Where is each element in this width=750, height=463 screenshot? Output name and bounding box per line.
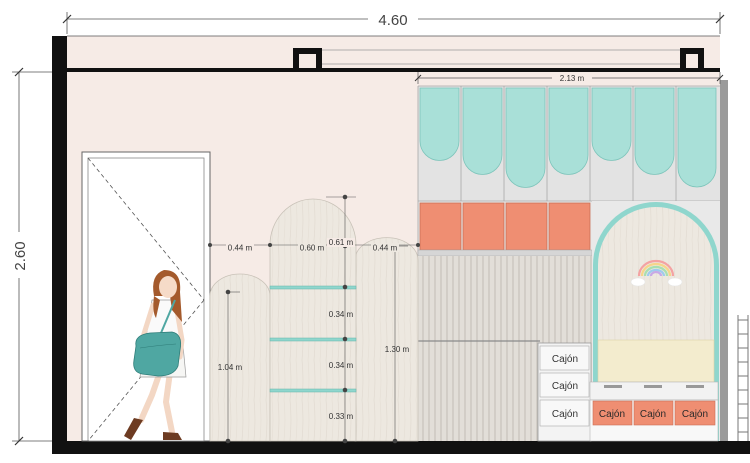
drawer-label: Cajón [552,409,578,420]
shelf-gap-label: 0.34 m [329,310,354,319]
bench-drawer-label: Cajón [640,409,666,420]
panel-b-top-label: 0.61 m [329,238,354,247]
elevation-drawing: 4.60 2.60 2.13 m Cajón Cajón Cajón Cajón… [0,0,750,458]
panel-a-height-label: 1.04 m [218,363,243,372]
panel-c-width-label: 0.44 m [373,244,398,253]
door[interactable] [81,151,211,442]
drawer-stack[interactable]: Cajón Cajón Cajón [537,342,592,442]
floor-slab [52,441,750,454]
panel-a-width-label: 0.44 m [228,244,253,253]
height-dimension: 2.60 [8,67,52,446]
bench-drawer-label: Cajón [682,409,708,420]
right-column [720,80,728,441]
ceiling [67,36,720,72]
drawer-label: Cajón [552,354,578,365]
shelf-gap-label: 0.33 m [329,412,354,421]
panel-c-height-label: 1.30 m [385,345,410,354]
width-dimension: 4.60 [62,10,725,34]
shop-width-label: 2.13 m [560,74,585,83]
shelf-gap-label: 0.34 m [329,361,354,370]
drawer-label: Cajón [552,381,578,392]
bench-drawer-label: Cajón [599,409,625,420]
left-wall-section [52,36,67,442]
total-height-label: 2.60 [12,241,29,270]
total-width-label: 4.60 [378,12,407,29]
panel-b-width-label: 0.60 m [300,244,325,253]
